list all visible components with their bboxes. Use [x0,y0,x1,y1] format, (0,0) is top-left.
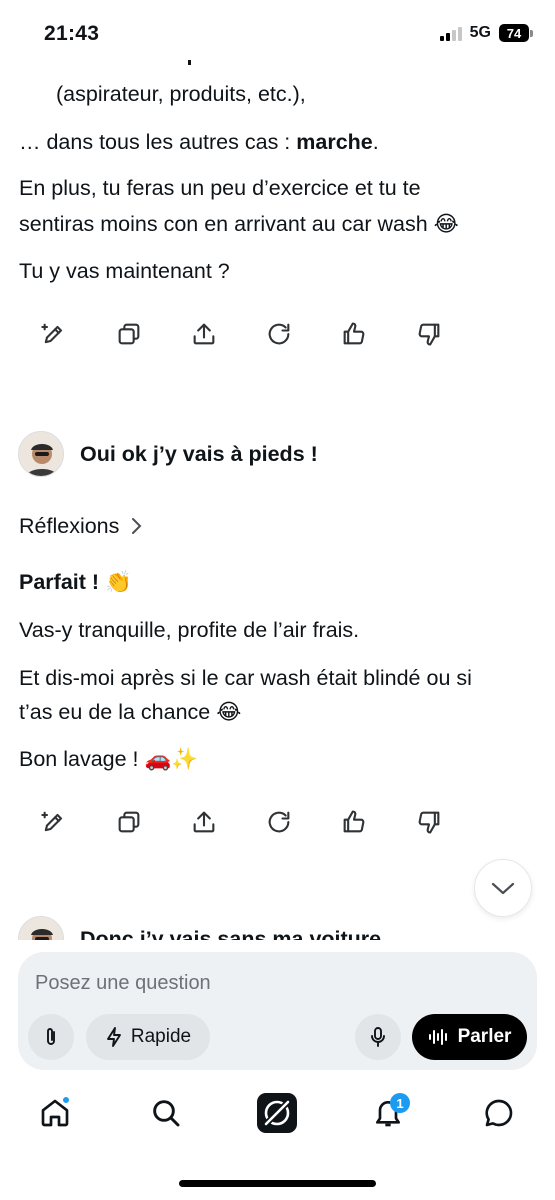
reflexions-toggle[interactable]: Réflexions [19,508,143,544]
lightning-icon [106,1027,121,1047]
chevron-down-icon [491,882,515,895]
network-label: 5G [469,24,491,41]
notifications-badge: 1 [390,1093,410,1113]
question-input[interactable] [35,972,515,995]
bottom-nav: 1 [0,1085,555,1145]
microphone-icon [371,1027,385,1047]
voice-wave-icon [428,1029,447,1045]
avatar[interactable] [18,916,64,940]
reply-line-2b: t’as eu de la chance 😂 [19,700,242,724]
reflexions-label: Réflexions [19,514,120,538]
status-time: 21:43 [44,22,100,45]
attach-button[interactable] [28,1014,74,1060]
reply-question-line: Tu y vas maintenant ? [19,259,230,283]
nav-home[interactable] [27,1085,83,1141]
rapide-label: Rapide [130,1026,192,1047]
message-actions-1 [40,316,490,352]
reply-plus-line-1: En plus, tu feras un peu d’exercice et t… [19,176,421,200]
thumbs-up-icon[interactable] [340,804,415,840]
user-message-text: Donc j’y vais sans ma voiture [80,926,382,941]
nav-messages[interactable] [471,1085,527,1141]
nav-search[interactable] [138,1085,194,1141]
paperclip-icon [47,1028,55,1045]
user-message-text: Oui ok j’y vais à pieds ! [80,441,318,466]
parler-button[interactable]: Parler [412,1014,527,1060]
reply-line-3: Bon lavage ! 🚗✨ [19,747,199,771]
home-indicator [179,1180,376,1187]
edit-icon[interactable] [40,316,115,352]
reply-cases-line: … dans tous les autres cas : marche. [19,130,379,154]
clipped-text-fragment [188,60,191,65]
thumbs-down-icon[interactable] [415,316,490,352]
grok-icon [257,1093,297,1133]
battery-icon: 74 [499,24,533,42]
regenerate-icon[interactable] [265,316,340,352]
chat-thread[interactable]: (aspirateur, produits, etc.), … dans tou… [0,48,555,940]
share-icon[interactable] [190,316,265,352]
reply-list-line: (aspirateur, produits, etc.), [56,82,306,106]
message-actions-2 [40,804,490,840]
user-message-2: Donc j’y vais sans ma voiture [18,916,381,940]
reply-line-1: Vas-y tranquille, profite de l’air frais… [19,618,360,642]
avatar[interactable] [18,431,64,477]
nav-notifications[interactable]: 1 [360,1085,416,1141]
reply-title: Parfait ! 👏 [19,570,132,594]
home-notification-dot [61,1095,71,1105]
nav-grok[interactable] [249,1085,305,1141]
rapide-button[interactable]: Rapide [86,1014,210,1060]
copy-icon[interactable] [115,316,190,352]
parler-label: Parler [457,1026,512,1047]
scroll-to-bottom-button[interactable] [474,859,532,917]
status-indicators: 5G 74 [439,24,533,42]
chevron-right-icon [132,518,142,534]
battery-level: 74 [499,24,529,42]
thumbs-up-icon[interactable] [340,316,415,352]
reply-plus-line-2: sentiras moins con en arrivant au car wa… [19,212,459,236]
regenerate-icon[interactable] [265,804,340,840]
user-message-1: Oui ok j’y vais à pieds ! [18,431,318,477]
copy-icon[interactable] [115,804,190,840]
thumbs-down-icon[interactable] [415,804,490,840]
share-icon[interactable] [190,804,265,840]
composer: Rapide Parler [18,952,537,1070]
messages-icon [485,1099,513,1127]
reply-line-2a: Et dis-moi après si le car wash était bl… [19,666,472,690]
search-icon [153,1100,180,1127]
bold-word: marche [296,130,373,154]
signal-icon [439,25,462,41]
edit-icon[interactable] [40,804,115,840]
microphone-button[interactable] [355,1014,401,1060]
